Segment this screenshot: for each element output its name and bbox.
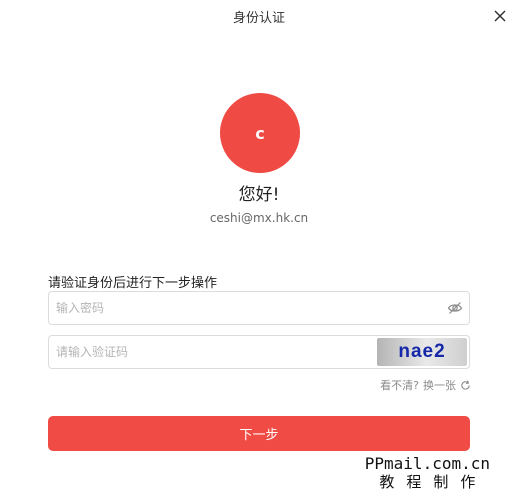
captcha-image[interactable]: nae2 [377, 338, 467, 366]
avatar: c [220, 93, 300, 173]
user-email: ceshi@mx.hk.cn [209, 211, 309, 225]
captcha-input[interactable] [49, 336, 376, 368]
watermark-line1: PPmail.com.cn [364, 454, 490, 473]
captcha-field-box: nae2 [48, 335, 470, 369]
verify-prompt: 请验证身份后进行下一步操作 [48, 276, 218, 291]
cant-see-text: 看不清? [380, 379, 419, 392]
eye-hidden-icon[interactable] [447, 300, 463, 316]
avatar-letter: c [255, 123, 265, 143]
captcha-refresh-row: 看不清? 换一张 [380, 377, 471, 393]
refresh-captcha-link[interactable]: 换一张 [423, 377, 456, 393]
watermark-line2: 教程制作 [379, 473, 488, 491]
greeting: 您好! [238, 185, 280, 205]
password-input[interactable] [49, 292, 446, 324]
dialog-title: 身份认证 [232, 11, 285, 26]
captcha-text: nae2 [398, 341, 446, 362]
close-icon[interactable] [493, 9, 507, 23]
refresh-icon[interactable] [460, 380, 471, 391]
watermark: PPmail.com.cn 教程制作 [364, 454, 490, 492]
password-field-box [48, 291, 470, 325]
next-button[interactable]: 下一步 [48, 416, 470, 451]
